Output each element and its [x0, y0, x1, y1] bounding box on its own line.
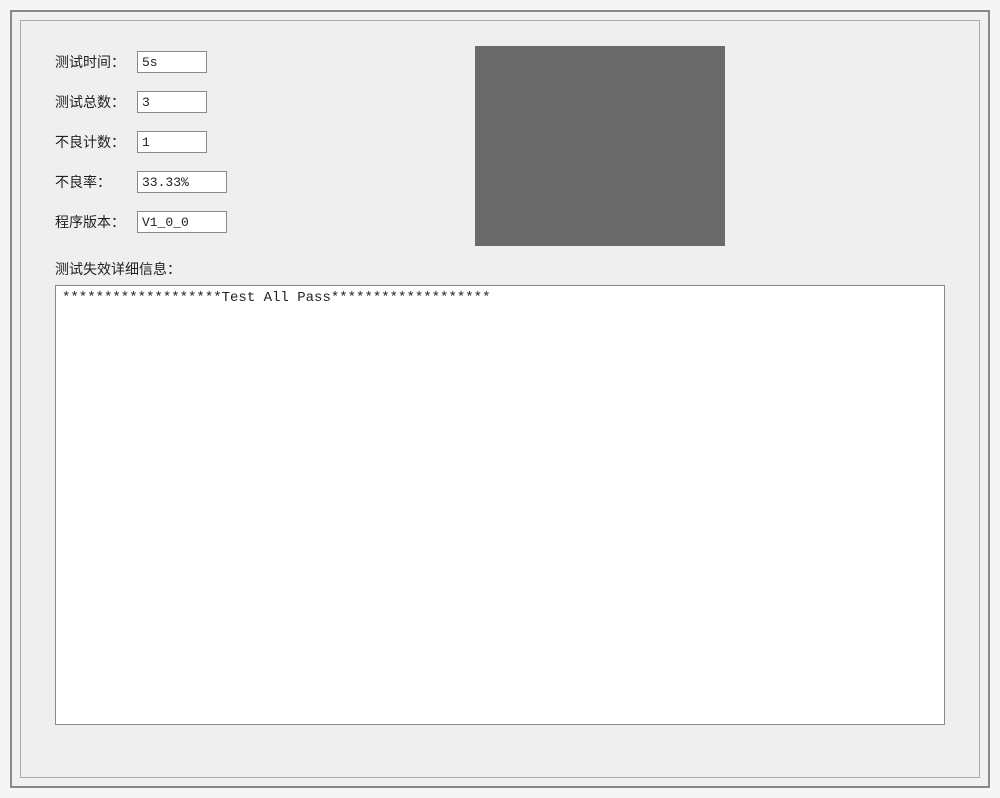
test-total-row: 测试总数： — [55, 91, 315, 113]
test-time-row: 测试时间： — [55, 51, 315, 73]
top-area: 测试时间： 测试总数： 不良计数： 不良率： 程序版本： — [55, 51, 945, 251]
test-time-field[interactable] — [137, 51, 207, 73]
version-row: 程序版本： — [55, 211, 315, 233]
app-window: 测试时间： 测试总数： 不良计数： 不良率： 程序版本： — [10, 10, 990, 788]
fail-count-label: 不良计数： — [55, 132, 137, 152]
fail-rate-row: 不良率： — [55, 171, 315, 193]
version-label: 程序版本： — [55, 212, 137, 232]
test-total-field[interactable] — [137, 91, 207, 113]
main-panel: 测试时间： 测试总数： 不良计数： 不良率： 程序版本： — [20, 20, 980, 778]
version-field[interactable] — [137, 211, 227, 233]
fail-rate-label: 不良率： — [55, 172, 137, 192]
fail-count-row: 不良计数： — [55, 131, 315, 153]
test-total-label: 测试总数： — [55, 92, 137, 112]
fail-rate-field[interactable] — [137, 171, 227, 193]
form-column: 测试时间： 测试总数： 不良计数： 不良率： 程序版本： — [55, 51, 315, 251]
detail-textarea[interactable] — [55, 285, 945, 725]
test-time-label: 测试时间： — [55, 52, 137, 72]
fail-count-field[interactable] — [137, 131, 207, 153]
detail-label: 测试失效详细信息： — [55, 259, 945, 279]
display-panel — [475, 46, 725, 246]
